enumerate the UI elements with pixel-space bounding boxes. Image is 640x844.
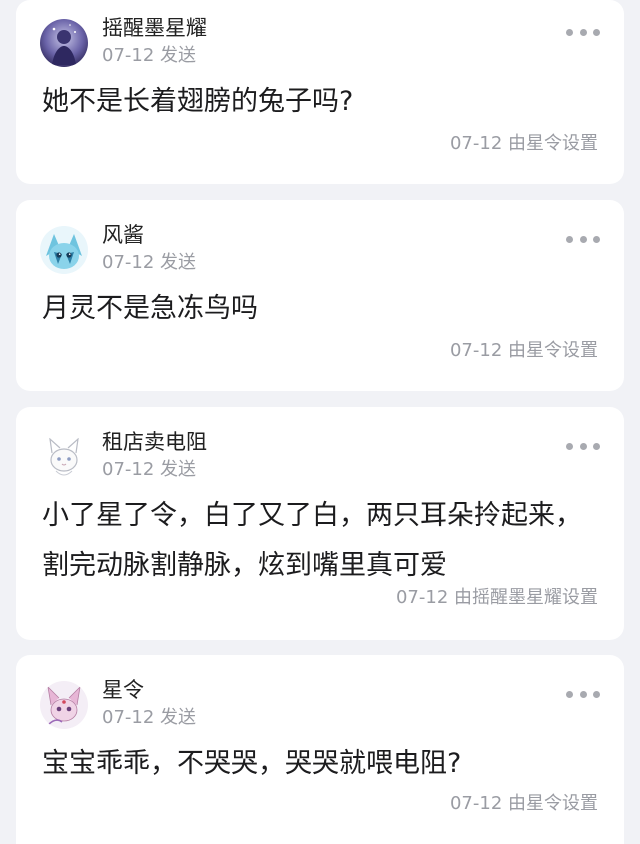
author-name[interactable]: 摇醒墨星耀 [102, 15, 207, 41]
set-by-footer: 07-12 由星令设置 [449, 340, 598, 361]
sent-time: 07-12 发送 [102, 45, 197, 66]
avatar-sketch-creature-icon [40, 433, 88, 481]
comment-text: 小了星了令，白了又了白，两只耳朵拎起来，割完动脉割静脉，炫到嘴里真可爱 [42, 500, 582, 581]
user-avatar[interactable] [40, 226, 88, 274]
set-by-footer: 07-12 由摇醒墨星耀设置 [395, 587, 598, 608]
author-name[interactable]: 租店卖电阻 [102, 429, 207, 455]
more-options-icon[interactable] [566, 229, 600, 249]
sent-time: 07-12 发送 [102, 459, 197, 480]
user-avatar[interactable] [40, 433, 88, 481]
avatar-purple-silhouette-icon [40, 19, 88, 67]
set-by-footer: 07-12 由星令设置 [449, 793, 598, 814]
set-by-footer: 07-12 由星令设置 [449, 133, 598, 154]
avatar-ice-creature-icon [40, 226, 88, 274]
more-options-icon[interactable] [566, 436, 600, 456]
comment-card: 星令 07-12 发送 宝宝乖乖，不哭哭，哭哭就喂电阻? 07-12 由星令设置 [16, 655, 624, 844]
avatar-pink-creature-icon [40, 681, 88, 729]
author-name[interactable]: 风酱 [102, 222, 144, 248]
sent-time: 07-12 发送 [102, 707, 197, 728]
comment-card: 摇醒墨星耀 07-12 发送 她不是长着翅膀的兔子吗? 07-12 由星令设置 [16, 0, 624, 184]
user-avatar[interactable] [40, 681, 88, 729]
author-name[interactable]: 星令 [102, 677, 144, 703]
user-avatar[interactable] [40, 19, 88, 67]
more-options-icon[interactable] [566, 684, 600, 704]
more-options-icon[interactable] [566, 22, 600, 42]
sent-time: 07-12 发送 [102, 252, 197, 273]
comment-text: 她不是长着翅膀的兔子吗? [42, 86, 354, 117]
comment-card: 租店卖电阻 07-12 发送 小了星了令，白了又了白，两只耳朵拎起来，割完动脉割… [16, 407, 624, 640]
comment-text: 宝宝乖乖，不哭哭，哭哭就喂电阻? [42, 748, 462, 779]
comment-card: 风酱 07-12 发送 月灵不是急冻鸟吗 07-12 由星令设置 [16, 200, 624, 391]
comment-text: 月灵不是急冻鸟吗 [42, 293, 258, 324]
